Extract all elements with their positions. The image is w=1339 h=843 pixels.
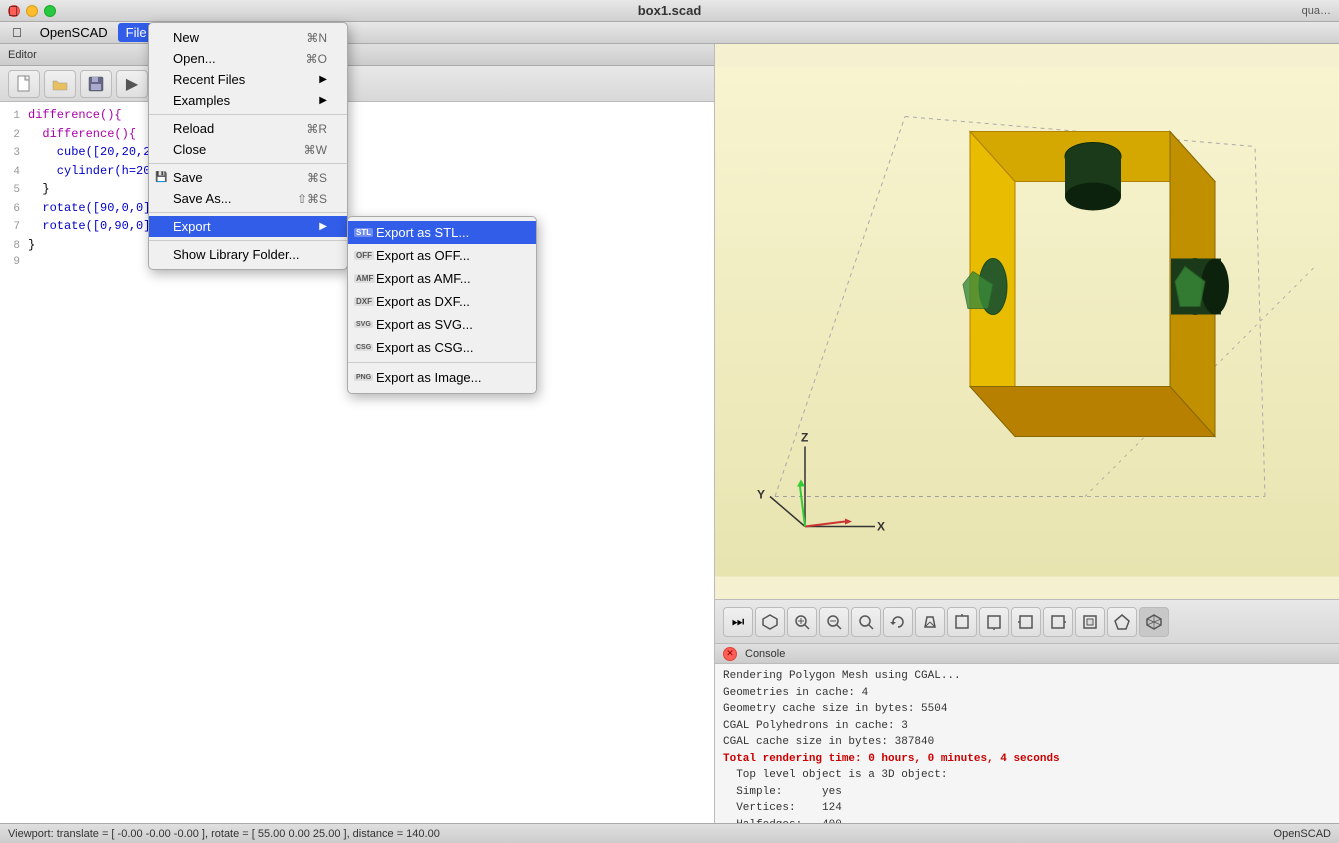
zoom-fit-button[interactable] — [787, 607, 817, 637]
console-line: CGAL Polyhedrons in cache: 3 — [723, 718, 1331, 735]
console-panel: ✕ Console Rendering Polygon Mesh using C… — [715, 643, 1339, 843]
viewport-canvas[interactable]: X Z Y — [715, 44, 1339, 599]
console-title: Console — [745, 648, 785, 660]
console-line: Rendering Polygon Mesh using CGAL... — [723, 668, 1331, 685]
apple-menu[interactable]:  — [8, 3, 19, 19]
statusbar-text: Viewport: translate = [ -0.00 -0.00 -0.0… — [8, 828, 440, 840]
console-line: CGAL cache size in bytes: 387840 — [723, 734, 1331, 751]
maximize-button[interactable] — [44, 5, 56, 17]
window-controls-right: qua… — [1302, 5, 1331, 17]
console-content: Rendering Polygon Mesh using CGAL... Geo… — [715, 664, 1339, 843]
code-line-5: 5 } — [4, 180, 710, 199]
titlebar:  box1.scad qua… — [0, 0, 1339, 22]
menu-separator-4 — [149, 240, 347, 241]
menu-show-library[interactable]: Show Library Folder... — [149, 244, 347, 265]
open-file-button[interactable] — [44, 70, 76, 98]
view-diagonal-button[interactable] — [1139, 607, 1169, 637]
console-line: Vertices: 124 — [723, 800, 1331, 817]
export-amf[interactable]: AMF Export as AMF... — [348, 267, 536, 290]
new-file-button[interactable] — [8, 70, 40, 98]
console-line: Top level object is a 3D object: — [723, 767, 1331, 784]
render-button-1[interactable]: ▶ — [116, 70, 148, 98]
code-line-2: 2 difference(){ — [4, 125, 710, 144]
editor-panel: Editor ▶ ◉ STL 1 diffe — [0, 44, 715, 843]
console-line: Simple: yes — [723, 784, 1331, 801]
menu-new[interactable]: New ⌘N — [149, 27, 347, 48]
view-back-button[interactable] — [1107, 607, 1137, 637]
menu-separator-1 — [149, 114, 347, 115]
save-file-button[interactable] — [80, 70, 112, 98]
menu-open[interactable]: Open... ⌘O — [149, 48, 347, 69]
view3d-button[interactable] — [755, 607, 785, 637]
zoom-out-button[interactable] — [851, 607, 881, 637]
console-header: ✕ Console — [715, 644, 1339, 664]
console-line-total: Total rendering time: 0 hours, 0 minutes… — [723, 751, 1331, 768]
menu-reload[interactable]: Reload ⌘R — [149, 118, 347, 139]
export-dxf[interactable]: DXF Export as DXF... — [348, 290, 536, 313]
view-left-button[interactable] — [1011, 607, 1041, 637]
svg-text:Z: Z — [801, 431, 808, 445]
rotate-button[interactable] — [883, 607, 913, 637]
app-name-status: OpenSCAD — [1274, 828, 1331, 840]
export-svg[interactable]: SVG Export as SVG... — [348, 313, 536, 336]
code-line-3: 3 cube([20,20,20], — [4, 143, 710, 162]
code-area: 1 difference(){ 2 difference(){ 3 cube([… — [0, 102, 714, 843]
editor-tab: Editor — [0, 44, 714, 66]
export-submenu: STL Export as STL... OFF Export as OFF..… — [347, 216, 537, 394]
console-line: Geometries in cache: 4 — [723, 685, 1331, 702]
export-off[interactable]: OFF Export as OFF... — [348, 244, 536, 267]
editor-toolbar: ▶ ◉ STL — [0, 66, 714, 102]
export-csg[interactable]: CSG Export as CSG... — [348, 336, 536, 359]
menu-save[interactable]: 💾 Save ⌘S — [149, 167, 347, 188]
code-line-4: 4 cylinder(h=20,r= — [4, 162, 710, 181]
menu-examples[interactable]: Examples ▶ — [149, 90, 347, 111]
menu-item-apple[interactable]:  — [4, 23, 30, 42]
save-icon: 💾 — [155, 172, 167, 183]
svg-text:Y: Y — [757, 488, 765, 502]
menu-separator-2 — [149, 163, 347, 164]
svg-text:X: X — [877, 520, 885, 534]
menu-close[interactable]: Close ⌘W — [149, 139, 347, 160]
animate-button[interactable]: ⏭ — [723, 607, 753, 637]
console-close-button[interactable]: ✕ — [723, 647, 737, 661]
menu-save-as[interactable]: Save As... ⇧⌘S — [149, 188, 347, 209]
3d-viewport-svg: X Z Y — [715, 44, 1339, 599]
minimize-button[interactable] — [26, 5, 38, 17]
view-top-button[interactable] — [947, 607, 977, 637]
menu-separator-3 — [149, 212, 347, 213]
export-stl[interactable]: STL Export as STL... — [348, 221, 536, 244]
console-line: Geometry cache size in bytes: 5504 — [723, 701, 1331, 718]
viewport-panel: X Z Y ⏭ — [715, 44, 1339, 843]
perspective-button[interactable] — [915, 607, 945, 637]
view-right-button[interactable] — [1043, 607, 1073, 637]
statusbar: Viewport: translate = [ -0.00 -0.00 -0.0… — [0, 823, 1339, 843]
viewport-toolbar: ⏭ — [715, 599, 1339, 643]
export-separator — [348, 362, 536, 363]
code-line-6: 6 rotate([90,0,0]) — [4, 199, 710, 218]
menu-export[interactable]: Export ▶ STL Export as STL... OFF Export… — [149, 216, 347, 237]
code-line-1: 1 difference(){ — [4, 106, 710, 125]
view-front-button[interactable] — [1075, 607, 1105, 637]
menu-recent-files[interactable]: Recent Files ▶ — [149, 69, 347, 90]
window-title: box1.scad — [638, 3, 702, 18]
zoom-in-button[interactable] — [819, 607, 849, 637]
export-image[interactable]: PNG Export as Image... — [348, 366, 536, 389]
file-menu-dropdown: New ⌘N Open... ⌘O Recent Files ▶ Example… — [148, 22, 348, 270]
view-bottom-button[interactable] — [979, 607, 1009, 637]
menu-item-openscad[interactable]: OpenSCAD — [32, 23, 116, 42]
editor-tab-label: Editor — [8, 49, 37, 61]
